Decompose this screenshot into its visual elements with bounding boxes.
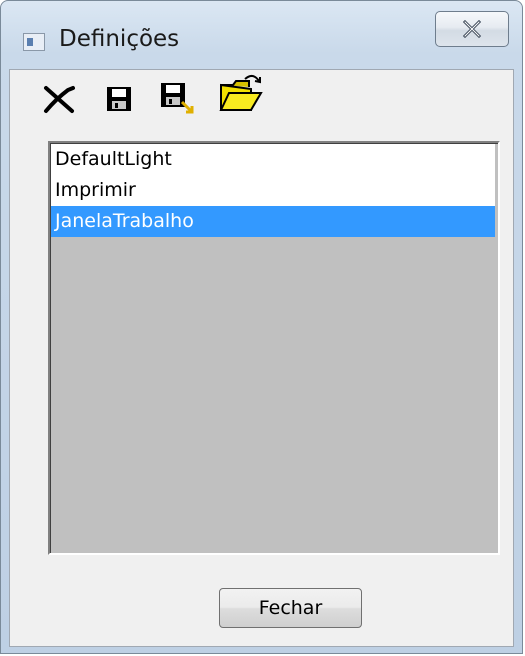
- close-icon: [462, 20, 482, 38]
- list-item[interactable]: JanelaTrabalho: [51, 206, 495, 237]
- settings-list[interactable]: DefaultLight Imprimir JanelaTrabalho: [48, 141, 500, 555]
- save-as-button[interactable]: [156, 78, 198, 120]
- open-folder-icon: [219, 75, 263, 111]
- settings-window: Definições DefaultLight Imprimir JanelaT…: [0, 0, 523, 654]
- list-item[interactable]: DefaultLight: [51, 144, 495, 175]
- dialog-body: DefaultLight Imprimir JanelaTrabalho Fec…: [9, 69, 514, 647]
- app-window-icon: [23, 33, 45, 51]
- delete-button[interactable]: [38, 78, 80, 120]
- delete-x-icon: [44, 86, 75, 113]
- close-dialog-button[interactable]: Fechar: [219, 588, 362, 628]
- title-bar[interactable]: Definições: [1, 1, 522, 71]
- open-button[interactable]: [216, 72, 266, 114]
- window-title: Definições: [59, 26, 180, 52]
- save-as-icon: [161, 83, 194, 114]
- save-icon: [107, 87, 131, 111]
- list-item[interactable]: Imprimir: [51, 175, 495, 206]
- close-button[interactable]: [435, 11, 509, 47]
- save-button[interactable]: [98, 78, 140, 120]
